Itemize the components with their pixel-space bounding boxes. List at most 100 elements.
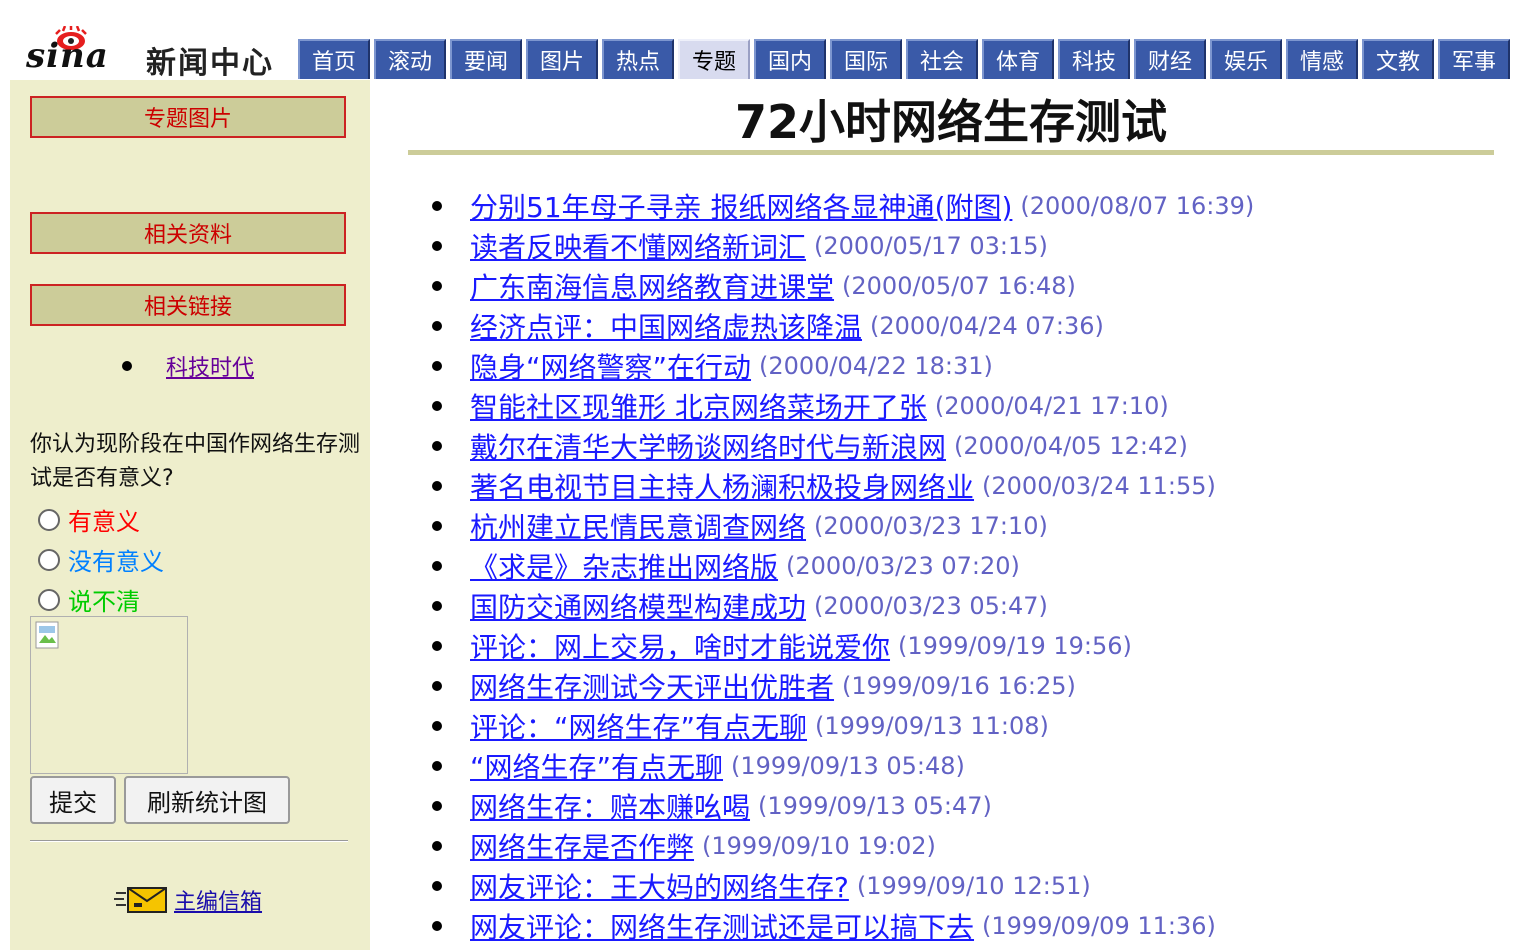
article-link[interactable]: 智能社区现雏形 北京网络菜场开了张: [470, 386, 927, 426]
related-link-item: 科技时代: [122, 350, 254, 382]
article-link[interactable]: 网络生存：赔本赚吆喝: [470, 786, 750, 826]
article-link[interactable]: 广东南海信息网络教育进课堂: [470, 266, 834, 306]
article-list: 分别51年母子寻亲 报纸网络各显神通(附图) (2000/08/07 16:39)…: [432, 186, 1254, 946]
topic-photos-button[interactable]: 专题图片: [30, 96, 346, 138]
article-link[interactable]: 分别51年母子寻亲 报纸网络各显神通(附图): [470, 186, 1012, 226]
article-item: 《求是》杂志推出网络版 (2000/03/23 07:20): [432, 546, 1254, 586]
article-item: 网友评论：王大妈的网络生存? (1999/09/10 12:51): [432, 866, 1254, 906]
bullet-icon: [432, 721, 442, 731]
poll-option-unsure[interactable]: 说不清: [38, 582, 140, 617]
poll-option-meaningless[interactable]: 没有意义: [38, 542, 164, 577]
article-link[interactable]: 网络生存是否作弊: [470, 826, 694, 866]
article-item: 评论：网上交易，啥时才能说爱你 (1999/09/19 19:56): [432, 626, 1254, 666]
nav-tab[interactable]: 热点: [602, 39, 674, 79]
article-link[interactable]: 读者反映看不懂网络新词汇: [470, 226, 806, 266]
top-nav: 首页 滚动 要闻 图片 热点 专题 国内 国际 社会 体育 科技 财经 娱乐 情感 文教 军事: [298, 39, 1514, 79]
article-link[interactable]: 著名电视节目主持人杨澜积极投身网络业: [470, 466, 974, 506]
editor-mailbox[interactable]: 主编信箱: [114, 884, 262, 916]
bullet-icon: [432, 321, 442, 331]
article-date: (2000/03/24 11:55): [982, 472, 1216, 500]
article-item: 著名电视节目主持人杨澜积极投身网络业 (2000/03/24 11:55): [432, 466, 1254, 506]
bullet-icon: [432, 921, 442, 931]
nav-tab[interactable]: 首页: [298, 39, 370, 79]
bullet-icon: [432, 521, 442, 531]
article-date: (1999/09/10 19:02): [702, 832, 936, 860]
article-item: 网友评论：网络生存测试还是可以搞下去 (1999/09/09 11:36): [432, 906, 1254, 946]
article-date: (1999/09/19 19:56): [898, 632, 1132, 660]
article-date: (2000/03/23 07:20): [786, 552, 1020, 580]
submit-button[interactable]: 提交: [30, 776, 116, 824]
nav-tab[interactable]: 文教: [1362, 39, 1434, 79]
mail-icon: [114, 887, 167, 913]
nav-tab[interactable]: 要闻: [450, 39, 522, 79]
article-date: (2000/04/24 07:36): [870, 312, 1104, 340]
article-link[interactable]: 杭州建立民情民意调查网络: [470, 506, 806, 546]
article-link[interactable]: “网络生存”有点无聊: [470, 746, 723, 786]
article-link[interactable]: 国防交通网络模型构建成功: [470, 586, 806, 626]
related-info-button[interactable]: 相关资料: [30, 212, 346, 254]
poll-option-label: 没有意义: [68, 548, 164, 576]
radio-button[interactable]: [38, 508, 60, 531]
article-link[interactable]: 网友评论：王大妈的网络生存?: [470, 866, 849, 906]
article-link[interactable]: 评论：“网络生存”有点无聊: [470, 706, 807, 746]
article-date: (2000/08/07 16:39): [1020, 192, 1255, 220]
bullet-icon: [432, 841, 442, 851]
bullet-icon: [432, 681, 442, 691]
page-title: 72小时网络生存测试: [734, 95, 1167, 149]
article-item: 国防交通网络模型构建成功 (2000/03/23 05:47): [432, 586, 1254, 626]
bullet-icon: [432, 441, 442, 451]
poll-question: 你认为现阶段在中国作网络生存测试是否有意义?: [30, 432, 361, 491]
bullet-icon: [432, 361, 442, 371]
article-item: 读者反映看不懂网络新词汇 (2000/05/17 03:15): [432, 226, 1254, 266]
article-date: (2000/03/23 05:47): [814, 592, 1048, 620]
bullet-icon: [432, 761, 442, 771]
nav-tab[interactable]: 社会: [906, 39, 978, 79]
article-link[interactable]: 网友评论：网络生存测试还是可以搞下去: [470, 906, 974, 946]
site-name: 新闻中心: [146, 46, 274, 81]
refresh-chart-button[interactable]: 刷新统计图: [124, 776, 290, 824]
tech-era-link[interactable]: 科技时代: [166, 350, 254, 382]
article-link[interactable]: 隐身“网络警察”在行动: [470, 346, 751, 386]
broken-image-icon: [35, 621, 59, 649]
nav-tab[interactable]: 军事: [1438, 39, 1510, 79]
nav-tab[interactable]: 科技: [1058, 39, 1130, 79]
poll-stats-image: [30, 616, 188, 774]
nav-tab[interactable]: 国际: [830, 39, 902, 79]
logo-text: sina: [26, 36, 109, 76]
related-links-button[interactable]: 相关链接: [30, 284, 346, 326]
nav-tab[interactable]: 滚动: [374, 39, 446, 79]
nav-tab[interactable]: 情感: [1286, 39, 1358, 79]
article-link[interactable]: 评论：网上交易，啥时才能说爱你: [470, 626, 890, 666]
bullet-icon: [432, 241, 442, 251]
article-link[interactable]: 经济点评：中国网络虚热该降温: [470, 306, 862, 346]
radio-button[interactable]: [38, 588, 60, 611]
bullet-icon: [432, 281, 442, 291]
poll-option-label: 说不清: [68, 588, 140, 616]
article-date: (1999/09/16 16:25): [842, 672, 1076, 700]
editor-mailbox-link[interactable]: 主编信箱: [174, 884, 262, 916]
article-date: (1999/09/13 05:47): [758, 792, 992, 820]
nav-tab[interactable]: 专题: [678, 39, 750, 79]
bullet-icon: [122, 361, 132, 371]
article-item: 网络生存：赔本赚吆喝 (1999/09/13 05:47): [432, 786, 1254, 826]
poll-option-meaningful[interactable]: 有意义: [38, 502, 140, 537]
nav-tab[interactable]: 图片: [526, 39, 598, 79]
nav-tab[interactable]: 财经: [1134, 39, 1206, 79]
article-link[interactable]: 《求是》杂志推出网络版: [470, 546, 778, 586]
sidebar: 专题图片 相关资料 相关链接 科技时代 你认为现阶段在中国作网络生存测试是否有意…: [10, 80, 370, 950]
article-link[interactable]: 网络生存测试今天评出优胜者: [470, 666, 834, 706]
nav-tab[interactable]: 国内: [754, 39, 826, 79]
article-date: (2000/05/17 03:15): [814, 232, 1048, 260]
bullet-icon: [432, 601, 442, 611]
article-item: 隐身“网络警察”在行动 (2000/04/22 18:31): [432, 346, 1254, 386]
bullet-icon: [432, 401, 442, 411]
article-item: 评论：“网络生存”有点无聊 (1999/09/13 11:08): [432, 706, 1254, 746]
article-item: 网络生存测试今天评出优胜者 (1999/09/16 16:25): [432, 666, 1254, 706]
nav-tab[interactable]: 娱乐: [1210, 39, 1282, 79]
article-link[interactable]: 戴尔在清华大学畅谈网络时代与新浪网: [470, 426, 946, 466]
bullet-icon: [432, 481, 442, 491]
radio-button[interactable]: [38, 548, 60, 571]
bullet-icon: [432, 881, 442, 891]
nav-tab[interactable]: 体育: [982, 39, 1054, 79]
article-item: 戴尔在清华大学畅谈网络时代与新浪网 (2000/04/05 12:42): [432, 426, 1254, 466]
